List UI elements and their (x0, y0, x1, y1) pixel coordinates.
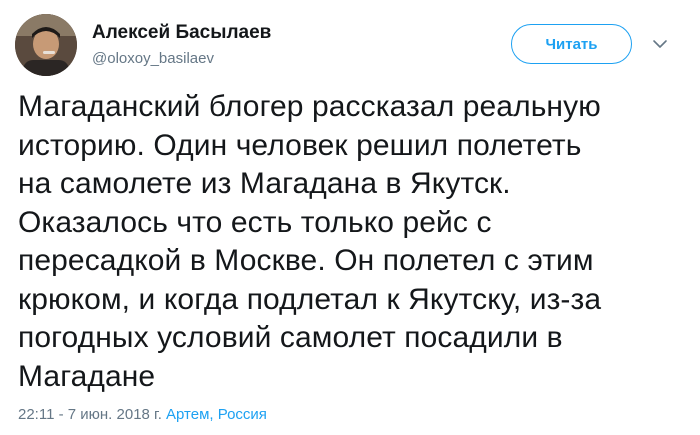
tweet-text-line: на самолете из Магадана в Якутск. (18, 167, 511, 200)
avatar[interactable] (15, 14, 77, 76)
tweet-timestamp[interactable]: 22:11 - 7 июн. 2018 г. (18, 406, 162, 423)
tweet-location[interactable]: Артем, Россия (166, 406, 267, 423)
tweet-text-line: историю. Один человек решил полететь (18, 128, 582, 162)
tweet-meta: 22:11 - 7 июн. 2018 г. Артем, Россия (18, 406, 267, 423)
user-name[interactable]: Алексей Басылаев (92, 22, 271, 44)
tweet-text-line: Оказалось что есть только рейс с (18, 205, 492, 239)
tweet-text-line: Магадане (18, 359, 156, 393)
follow-button[interactable]: Читать (511, 24, 632, 64)
tweet-text-line: Магаданский блогер рассказал реальную (18, 90, 601, 123)
chevron-down-icon[interactable] (652, 38, 668, 50)
tweet-text: Магаданский блогер рассказал реальную ис… (18, 88, 694, 396)
user-handle[interactable]: @oloxoy_basilaev (92, 50, 214, 67)
tweet-card: Алексей Басылаев @oloxoy_basilaev Читать… (0, 0, 700, 435)
tweet-text-line: крюком, и когда подлетал к Якутску, из-з… (18, 282, 602, 316)
tweet-text-line: погодных условий самолет посадили в (18, 321, 563, 354)
tweet-text-line: пересадкой в Москве. Он полетел с этим (18, 244, 594, 277)
